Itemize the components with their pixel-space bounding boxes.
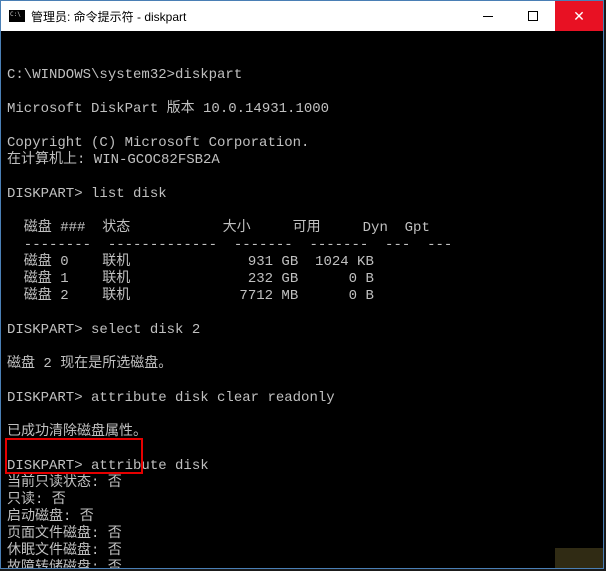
watermark [555,548,603,568]
close-icon: ✕ [573,8,585,25]
highlight-rectangle [5,438,143,474]
terminal-output[interactable]: C:\WINDOWS\system32>diskpart Microsoft D… [1,31,603,568]
close-button[interactable]: ✕ [555,1,603,31]
titlebar[interactable]: 管理员: 命令提示符 - diskpart ✕ [1,1,603,31]
app-icon [9,10,25,22]
minimize-icon [483,16,493,17]
window-title: 管理员: 命令提示符 - diskpart [31,8,465,25]
maximize-button[interactable] [510,1,555,31]
command-prompt-window: 管理员: 命令提示符 - diskpart ✕ C:\WINDOWS\syste… [0,0,604,569]
maximize-icon [528,11,538,21]
terminal-text: C:\WINDOWS\system32>diskpart Microsoft D… [7,67,597,568]
minimize-button[interactable] [465,1,510,31]
window-controls: ✕ [465,1,603,31]
